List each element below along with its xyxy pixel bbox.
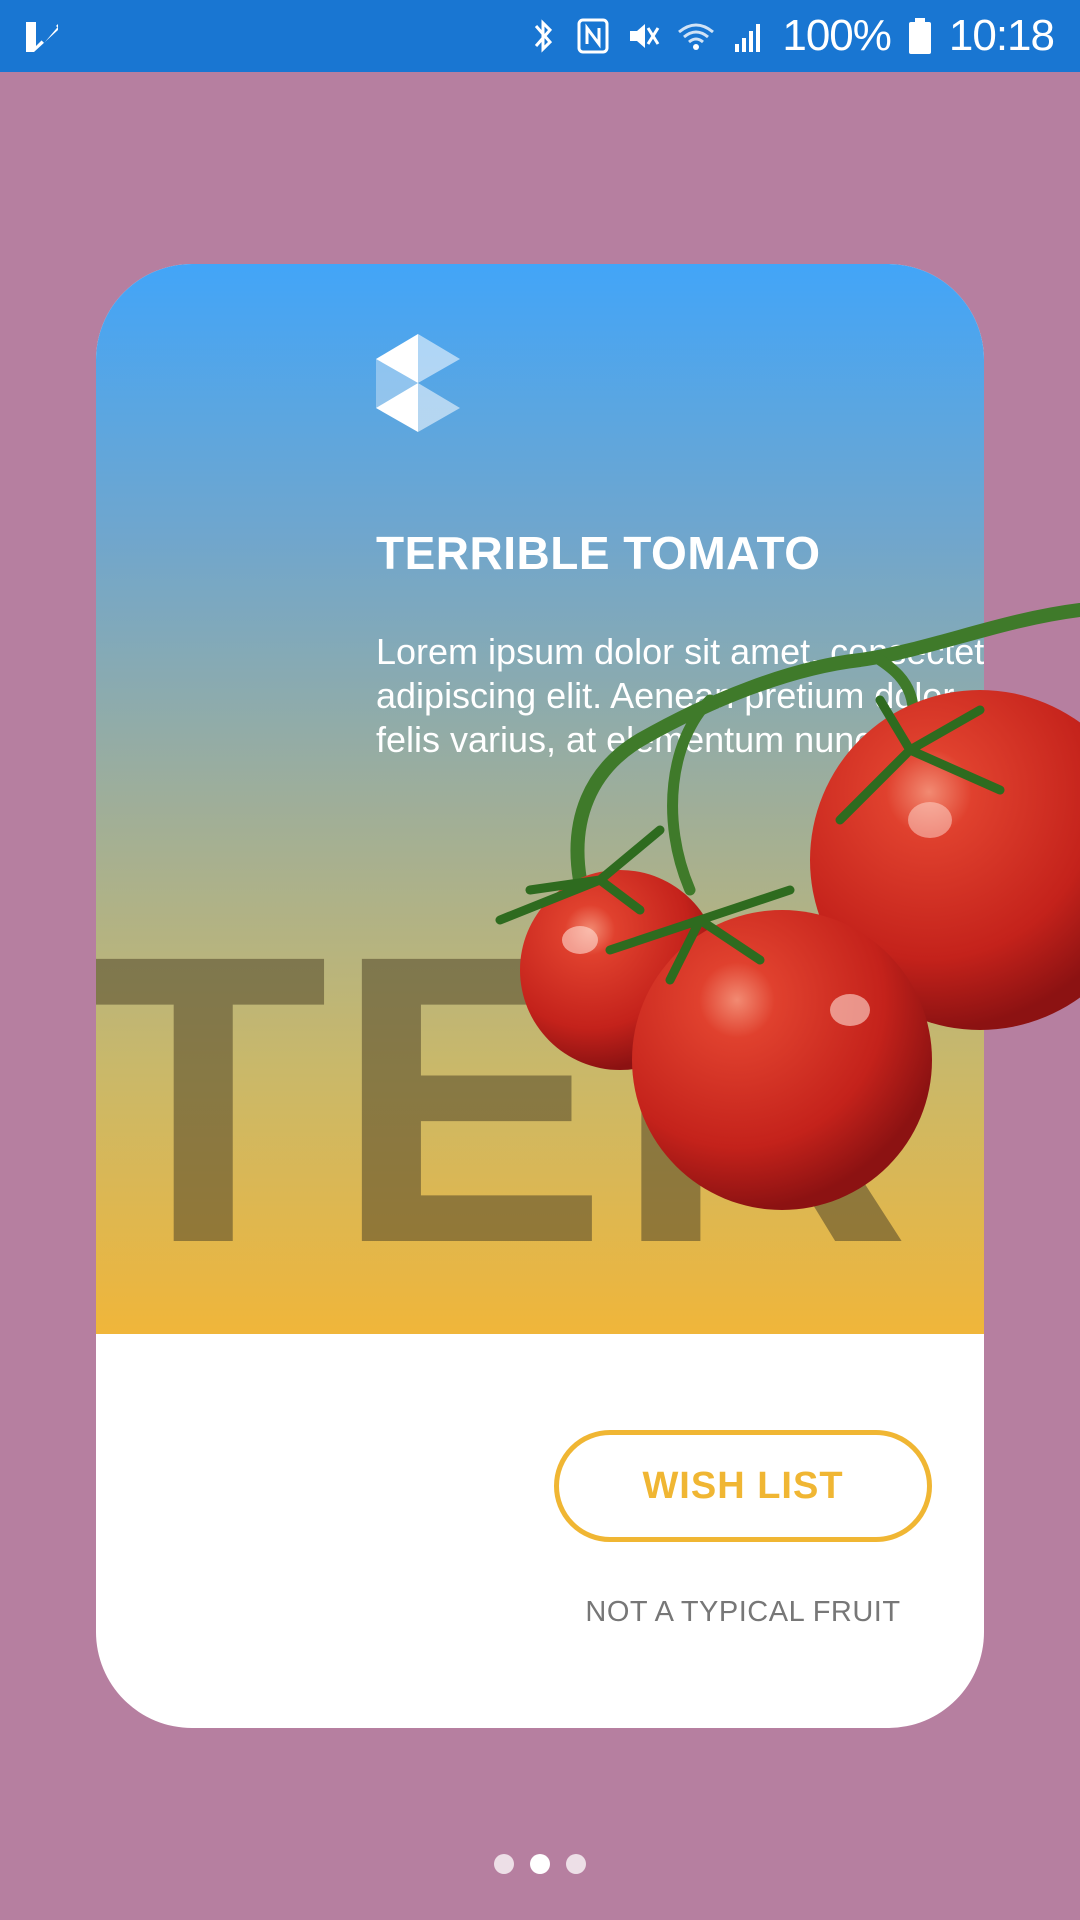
signal-icon — [735, 24, 761, 52]
wish-list-button[interactable]: WISH LIST — [554, 1430, 932, 1542]
tomato-image — [495, 603, 1080, 1210]
status-bar: 100% 10:18 — [0, 0, 1080, 72]
nfc-icon — [577, 18, 609, 54]
tagline: NOT A TYPICAL FRUIT — [585, 1596, 901, 1628]
battery-percent: 100% — [782, 11, 892, 60]
page-indicator — [0, 1854, 1080, 1876]
app-check-icon — [26, 22, 58, 52]
status-icons: 100% 10:18 — [526, 0, 1055, 72]
battery-icon — [908, 18, 931, 54]
page-dot[interactable] — [494, 1854, 514, 1874]
clock: 10:18 — [948, 11, 1055, 60]
page-dot-active[interactable] — [530, 1854, 550, 1874]
brand-logo-icon — [376, 334, 460, 432]
page-dot[interactable] — [566, 1854, 586, 1874]
bluetooth-icon — [535, 19, 553, 53]
product-title: TERRIBLE TOMATO — [376, 527, 821, 579]
wifi-icon — [678, 23, 715, 50]
card-actions: WISH LIST NOT A TYPICAL FRUIT — [96, 1334, 984, 1728]
mute-icon — [630, 24, 660, 48]
